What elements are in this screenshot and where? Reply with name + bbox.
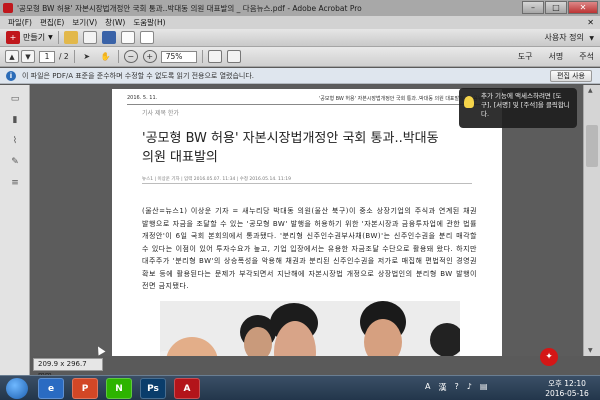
create-pdf-icon: + — [6, 31, 20, 44]
overlay-logo-icon[interactable]: ✦ — [540, 348, 558, 366]
network-icon[interactable]: ▤ — [480, 382, 488, 393]
tab-tools[interactable]: 도구 — [518, 51, 533, 62]
tray-lang-a[interactable]: A — [425, 382, 430, 393]
menu-window[interactable]: 창(W) — [105, 17, 125, 28]
make-label: 만들기 — [23, 33, 46, 42]
make-button[interactable]: + 만들기 ▼ — [4, 31, 53, 44]
article-photo — [160, 301, 460, 356]
close-document-icon[interactable]: ✕ — [587, 18, 594, 27]
tab-sign[interactable]: 서명 — [549, 51, 564, 62]
tray-help[interactable]: ? — [454, 382, 458, 393]
menu-file[interactable]: 파일(F) — [8, 17, 32, 28]
task-pane-tabs: 도구 서명 주석 — [502, 51, 594, 62]
photo-person-shape — [166, 337, 218, 356]
save-icon[interactable] — [101, 31, 116, 44]
bookmarks-icon[interactable]: ▮ — [8, 113, 22, 127]
menu-bar: 파일(F) 편집(E) 보기(V) 창(W) 도움말(H) ✕ — [0, 16, 600, 29]
page-dimensions: 209.9 x 296.7 mm — [33, 358, 103, 379]
fit-page-icon[interactable] — [207, 50, 222, 63]
print-icon[interactable] — [120, 31, 135, 44]
open-folder-icon[interactable] — [63, 31, 78, 44]
byline-divider — [142, 183, 472, 184]
pdf-page: 2016. 5. 11. '공모형 BW 허용' 자본시장법개정안 국회 통과.… — [112, 89, 502, 356]
pdfa-info-bar: i 이 파일은 PDF/A 표준을 준수하며 수정할 수 없도록 읽기 전용으로… — [0, 68, 600, 84]
menu-view[interactable]: 보기(V) — [72, 17, 97, 28]
taskbar-powerpoint[interactable]: P — [72, 378, 98, 399]
settings-icon[interactable] — [82, 31, 97, 44]
navigation-pane: ▭ ▮ ⌇ ✎ ≡ — [0, 85, 30, 375]
tools-tooltip: 추가 기능에 액세스하려면 [도구], [서명] 및 [주석]을 클릭합니다. — [459, 88, 577, 128]
article-headline: '공모형 BW 허용' 자본시장법개정안 국회 통과..박대동 의원 대표발의 — [142, 131, 439, 165]
window-controls: – □ ✕ — [521, 1, 598, 14]
page-number-input[interactable]: 1 — [39, 50, 55, 63]
windows-taskbar: e P N Ps A A 漢 ? ♪ ▤ 오후 12:10 2016-05-16 — [0, 375, 600, 400]
navigation-toolbar: ▲ ▼ 1 / 2 ➤ ✋ − + 75% 도구 서명 주석 — [0, 47, 600, 67]
attachments-icon[interactable]: ⌇ — [8, 134, 22, 148]
menu-edit[interactable]: 편집(E) — [40, 17, 64, 28]
taskbar-acrobat[interactable]: A — [174, 378, 200, 399]
info-message: 이 파일은 PDF/A 표준을 준수하며 수정할 수 없도록 읽기 전용으로 열… — [22, 71, 255, 80]
enable-editing-button[interactable]: 편집 사용 — [550, 70, 592, 82]
page-up-icon[interactable]: ▲ — [5, 50, 19, 63]
toolbar-divider — [73, 50, 75, 63]
chevron-down-icon: ▼ — [48, 34, 53, 41]
customize-label: 사용자 정의 — [544, 33, 584, 42]
taskbar-clock[interactable]: 오후 12:10 2016-05-16 — [542, 379, 592, 399]
lightbulb-icon — [464, 96, 474, 108]
taskbar-ie[interactable]: e — [38, 378, 64, 399]
toolbar-divider — [57, 31, 59, 44]
main-toolbar: + 만들기 ▼ 사용자 정의 ▼ — [0, 29, 600, 47]
page-down-icon[interactable]: ▼ — [21, 50, 35, 63]
fit-width-icon[interactable] — [226, 50, 241, 63]
taskbar-photoshop[interactable]: Ps — [140, 378, 166, 399]
layers-icon[interactable]: ≡ — [8, 176, 22, 190]
toolbar-divider — [117, 50, 119, 63]
page-header: 2016. 5. 11. '공모형 BW 허용' 자본시장법개정안 국회 통과.… — [127, 95, 487, 105]
acrobat-app-icon — [3, 3, 13, 13]
scrollbar-thumb[interactable] — [586, 125, 598, 167]
minimize-button[interactable]: – — [522, 1, 544, 14]
photo-person-shape — [244, 327, 272, 356]
photo-person-shape — [430, 323, 460, 356]
email-icon[interactable] — [139, 31, 154, 44]
breadcrumb: 기사 제목 한가 — [142, 110, 179, 117]
signatures-icon[interactable]: ✎ — [8, 155, 22, 169]
scroll-down-icon[interactable]: ▼ — [588, 347, 593, 354]
system-tray: A 漢 ? ♪ ▤ — [425, 382, 495, 393]
hand-tool-icon[interactable]: ✋ — [99, 50, 113, 63]
window-titlebar: '공모형 BW 허용' 자본시장법개정안 국회 통과..박대동 의원 대표발의 … — [0, 0, 600, 16]
select-tool-icon[interactable]: ➤ — [80, 50, 94, 63]
status-strip — [31, 356, 600, 375]
page-thumbnails-icon[interactable]: ▭ — [8, 92, 22, 106]
taskbar-naver[interactable]: N — [106, 378, 132, 399]
speaker-icon[interactable]: ♪ — [467, 382, 472, 393]
close-window-button[interactable]: ✕ — [568, 1, 598, 14]
page-total: / 2 — [59, 52, 69, 61]
tooltip-text: 추가 기능에 액세스하려면 [도구], [서명] 및 [주석]을 클릭합니다. — [481, 92, 570, 118]
info-icon: i — [6, 70, 16, 81]
tray-hanja[interactable]: 漢 — [438, 382, 446, 393]
vertical-scrollbar[interactable]: ▲ ▼ — [583, 85, 600, 356]
zoom-level-select[interactable]: 75% — [160, 50, 197, 63]
window-title: '공모형 BW 허용' 자본시장법개정안 국회 통과..박대동 의원 대표발의 … — [17, 3, 362, 13]
clock-time: 오후 12:10 — [548, 379, 586, 388]
zoom-in-icon[interactable]: + — [142, 50, 157, 63]
maximize-button[interactable]: □ — [545, 1, 567, 14]
tab-comment[interactable]: 주석 — [579, 51, 594, 62]
article-byline: 뉴스1 | 이상운 기자 | 입력 2016.05.07. 11:34 | 수정… — [142, 177, 292, 182]
customize-menu[interactable]: 사용자 정의 ▼ — [544, 32, 594, 43]
toolbar-divider — [201, 50, 203, 63]
chevron-down-icon: ▼ — [589, 35, 594, 42]
zoom-out-icon[interactable]: − — [123, 50, 138, 63]
scroll-up-icon[interactable]: ▲ — [588, 87, 593, 94]
article-body: (울산=뉴스1) 이상운 기자 = 새누리당 박대동 의원(울산 북구)이 중소… — [142, 207, 477, 290]
menu-help[interactable]: 도움말(H) — [133, 17, 165, 28]
start-button[interactable] — [6, 378, 28, 399]
page-header-date: 2016. 5. 11. — [127, 95, 158, 101]
clock-date: 2016-05-16 — [545, 389, 589, 398]
